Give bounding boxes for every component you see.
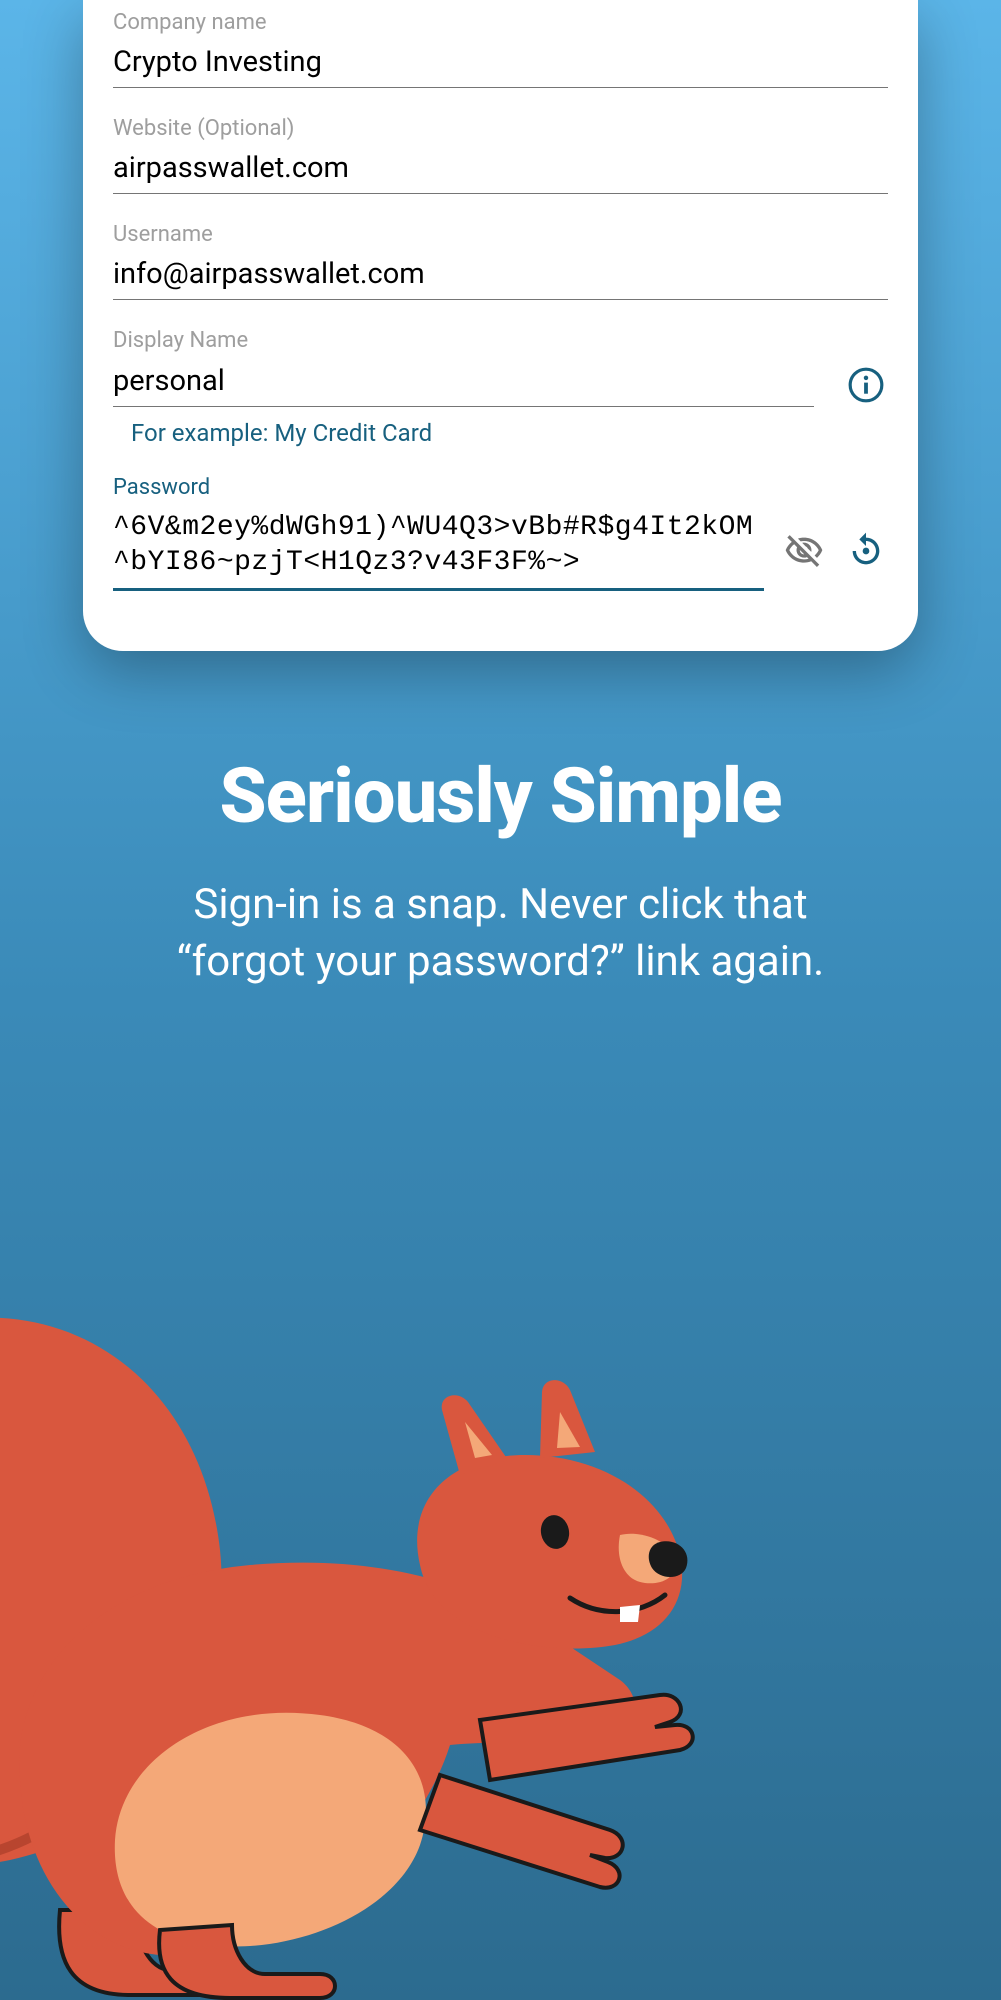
password-label: Password xyxy=(113,475,888,500)
website-input[interactable]: airpasswallet.com xyxy=(113,151,888,194)
display-name-hint: For example: My Credit Card xyxy=(131,419,888,447)
company-label: Company name xyxy=(113,10,888,35)
credential-form-card: Company name Crypto Investing Website (O… xyxy=(83,0,918,651)
company-input[interactable]: Crypto Investing xyxy=(113,45,888,88)
regenerate-button[interactable] xyxy=(844,529,888,573)
info-icon xyxy=(847,366,885,404)
display-name-label: Display Name xyxy=(113,328,888,353)
company-field-group: Company name Crypto Investing xyxy=(113,10,888,88)
display-name-field-group: Display Name personal For example: My Cr… xyxy=(113,328,888,447)
username-field-group: Username info@airpasswallet.com xyxy=(113,222,888,300)
username-label: Username xyxy=(113,222,888,247)
eye-off-icon xyxy=(784,531,824,571)
password-field-group: Password ^6V&m2ey%dWGh91)^WU4Q3>vBb#R$g4… xyxy=(113,475,888,591)
hero-subtitle: Sign-in is a snap. Never click that “for… xyxy=(161,877,841,990)
password-input[interactable]: ^6V&m2ey%dWGh91)^WU4Q3>vBb#R$g4It2kOM^bY… xyxy=(113,510,764,591)
username-input[interactable]: info@airpasswallet.com xyxy=(113,257,888,300)
refresh-icon xyxy=(846,531,886,571)
squirrel-illustration xyxy=(0,1300,740,2000)
toggle-visibility-button[interactable] xyxy=(782,529,826,573)
hero-section: Seriously Simple Sign-in is a snap. Neve… xyxy=(0,651,1001,990)
display-name-input[interactable]: personal xyxy=(113,364,814,407)
website-label: Website (Optional) xyxy=(113,116,888,141)
hero-title: Seriously Simple xyxy=(60,751,941,841)
info-button[interactable] xyxy=(844,363,888,407)
website-field-group: Website (Optional) airpasswallet.com xyxy=(113,116,888,194)
